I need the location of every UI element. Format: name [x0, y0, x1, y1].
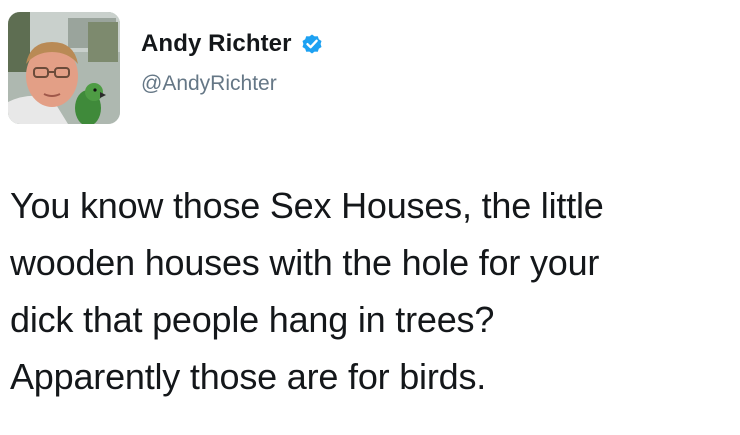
author-name-row: Andy Richter	[141, 30, 324, 58]
author-display-name[interactable]: Andy Richter	[141, 30, 292, 58]
avatar[interactable]	[8, 12, 120, 124]
tweet-card: Andy Richter @AndyRichter You know those…	[0, 0, 740, 435]
tweet-text-line: wooden houses with the hole for your	[10, 242, 600, 283]
author-handle[interactable]: @AndyRichter	[141, 72, 277, 96]
verified-badge-icon	[300, 32, 324, 56]
tweet-text: You know those Sex Houses, the little wo…	[10, 177, 735, 405]
avatar-photo	[8, 12, 120, 124]
tweet-text-line: Apparently those are for birds.	[10, 356, 487, 397]
tweet-text-line: You know those Sex Houses, the little	[10, 185, 604, 226]
tweet-text-line: dick that people hang in trees?	[10, 299, 495, 340]
